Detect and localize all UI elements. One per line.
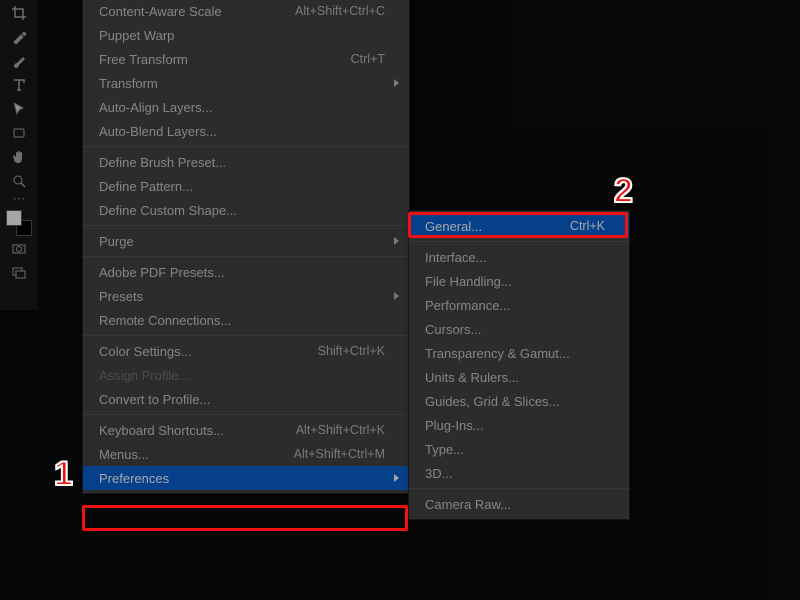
menu-item-label: Convert to Profile... bbox=[99, 392, 385, 407]
menu-item-label: Preferences bbox=[99, 471, 385, 486]
main_menu-item[interactable]: Define Pattern... bbox=[83, 174, 409, 198]
sub_menu-item[interactable]: Performance... bbox=[409, 293, 629, 317]
main_menu-item[interactable]: Remote Connections... bbox=[83, 308, 409, 332]
main_menu-separator bbox=[83, 256, 409, 257]
menu-item-label: Purge bbox=[99, 234, 385, 249]
main_menu-separator bbox=[83, 146, 409, 147]
callout-box-1 bbox=[82, 505, 408, 531]
main_menu-item[interactable]: Auto-Align Layers... bbox=[83, 95, 409, 119]
main_menu-item[interactable]: Presets bbox=[83, 284, 409, 308]
menu-item-label: Auto-Align Layers... bbox=[99, 100, 385, 115]
color-swatches[interactable] bbox=[6, 210, 32, 236]
menu-item-label: Remote Connections... bbox=[99, 313, 385, 328]
menu-item-label: Guides, Grid & Slices... bbox=[425, 394, 605, 409]
submenu-arrow-icon bbox=[394, 474, 399, 482]
submenu-arrow-icon bbox=[394, 237, 399, 245]
menu-item-label: Transform bbox=[99, 76, 385, 91]
menu-item-label: Performance... bbox=[425, 298, 605, 313]
menu-item-label: Color Settings... bbox=[99, 344, 318, 359]
preferences-submenu: General...Ctrl+K Interface... File Handlin… bbox=[408, 210, 630, 520]
main_menu-item[interactable]: Keyboard Shortcuts...Alt+Shift+Ctrl+K bbox=[83, 418, 409, 442]
main_menu-separator bbox=[83, 225, 409, 226]
sub_menu-item[interactable]: Plug-Ins... bbox=[409, 413, 629, 437]
main_menu-item[interactable]: Content-Aware ScaleAlt+Shift+Ctrl+C bbox=[83, 0, 409, 23]
menu-item-label: Camera Raw... bbox=[425, 497, 605, 512]
sub_menu-item[interactable]: Camera Raw... bbox=[409, 492, 629, 516]
main_menu-item[interactable]: Transform bbox=[83, 71, 409, 95]
menu-item-label: Define Brush Preset... bbox=[99, 155, 385, 170]
sub_menu-item[interactable]: 3D... bbox=[409, 461, 629, 485]
main_menu-item[interactable]: Menus...Alt+Shift+Ctrl+M bbox=[83, 442, 409, 466]
sub_menu-item[interactable]: Units & Rulers... bbox=[409, 365, 629, 389]
quickmask-icon[interactable] bbox=[7, 238, 31, 260]
menu-item-shortcut: Alt+Shift+Ctrl+C bbox=[295, 4, 385, 18]
menu-item-label: Plug-Ins... bbox=[425, 418, 605, 433]
menu-item-label: Adobe PDF Presets... bbox=[99, 265, 385, 280]
main_menu-item[interactable]: Preferences bbox=[83, 466, 409, 490]
menu-item-label: Presets bbox=[99, 289, 385, 304]
sub_menu-item[interactable]: Cursors... bbox=[409, 317, 629, 341]
menu-item-label: Interface... bbox=[425, 250, 605, 265]
menu-item-label: Cursors... bbox=[425, 322, 605, 337]
path-selection-tool-icon[interactable] bbox=[7, 98, 31, 120]
menu-item-label: Units & Rulers... bbox=[425, 370, 605, 385]
screenmode-icon[interactable] bbox=[7, 262, 31, 284]
main_menu-item[interactable]: Define Brush Preset... bbox=[83, 150, 409, 174]
hand-tool-icon[interactable] bbox=[7, 146, 31, 168]
edit-toolbar-icon[interactable]: ⋯ bbox=[7, 194, 31, 204]
rectangle-tool-icon[interactable] bbox=[7, 122, 31, 144]
menu-item-label: Content-Aware Scale bbox=[99, 4, 295, 19]
menu-item-label: Keyboard Shortcuts... bbox=[99, 423, 296, 438]
sub_menu-separator bbox=[409, 241, 629, 242]
main_menu-item[interactable]: Free TransformCtrl+T bbox=[83, 47, 409, 71]
sub_menu-item[interactable]: Guides, Grid & Slices... bbox=[409, 389, 629, 413]
sub_menu-item[interactable]: Type... bbox=[409, 437, 629, 461]
menu-item-label: Define Pattern... bbox=[99, 179, 385, 194]
menu-item-label: Free Transform bbox=[99, 52, 351, 67]
main_menu-item: Assign Profile... bbox=[83, 363, 409, 387]
main_menu-item[interactable]: Color Settings...Shift+Ctrl+K bbox=[83, 339, 409, 363]
tool-palette: ⋯ bbox=[0, 0, 38, 310]
submenu-arrow-icon bbox=[394, 79, 399, 87]
main_menu-item[interactable]: Convert to Profile... bbox=[83, 387, 409, 411]
annotation-number-2: 2 bbox=[614, 172, 633, 211]
menu-item-label: File Handling... bbox=[425, 274, 605, 289]
menu-item-shortcut: Alt+Shift+Ctrl+K bbox=[296, 423, 385, 437]
edit-menu: Content-Aware ScaleAlt+Shift+Ctrl+C Puppe… bbox=[82, 0, 410, 494]
menu-item-label: Menus... bbox=[99, 447, 294, 462]
type-tool-icon[interactable] bbox=[7, 74, 31, 96]
eyedropper-tool-icon[interactable] bbox=[7, 26, 31, 48]
brush-tool-icon[interactable] bbox=[7, 50, 31, 72]
main_menu-separator bbox=[83, 414, 409, 415]
sub_menu-item[interactable]: General...Ctrl+K bbox=[409, 214, 629, 238]
main_menu-item[interactable]: Define Custom Shape... bbox=[83, 198, 409, 222]
sub_menu-separator bbox=[409, 488, 629, 489]
zoom-tool-icon[interactable] bbox=[7, 170, 31, 192]
sub_menu-item[interactable]: Interface... bbox=[409, 245, 629, 269]
sub_menu-item[interactable]: Transparency & Gamut... bbox=[409, 341, 629, 365]
menu-item-label: Transparency & Gamut... bbox=[425, 346, 605, 361]
foreground-color-swatch[interactable] bbox=[6, 210, 22, 226]
menu-item-label: Define Custom Shape... bbox=[99, 203, 385, 218]
menu-item-shortcut: Ctrl+K bbox=[570, 219, 605, 233]
menu-item-label: Assign Profile... bbox=[99, 368, 385, 383]
main_menu-item[interactable]: Purge bbox=[83, 229, 409, 253]
menu-item-label: 3D... bbox=[425, 466, 605, 481]
main_menu-item[interactable]: Adobe PDF Presets... bbox=[83, 260, 409, 284]
sub_menu-item[interactable]: File Handling... bbox=[409, 269, 629, 293]
menu-item-label: Puppet Warp bbox=[99, 28, 385, 43]
menu-item-label: Type... bbox=[425, 442, 605, 457]
main_menu-item[interactable]: Puppet Warp bbox=[83, 23, 409, 47]
menu-item-label: General... bbox=[425, 219, 570, 234]
submenu-arrow-icon bbox=[394, 292, 399, 300]
annotation-number-1: 1 bbox=[54, 455, 73, 494]
menu-item-shortcut: Ctrl+T bbox=[351, 52, 385, 66]
crop-tool-icon[interactable] bbox=[7, 2, 31, 24]
main_menu-item[interactable]: Auto-Blend Layers... bbox=[83, 119, 409, 143]
menu-item-shortcut: Shift+Ctrl+K bbox=[318, 344, 385, 358]
menu-item-label: Auto-Blend Layers... bbox=[99, 124, 385, 139]
main_menu-separator bbox=[83, 335, 409, 336]
menu-item-shortcut: Alt+Shift+Ctrl+M bbox=[294, 447, 385, 461]
